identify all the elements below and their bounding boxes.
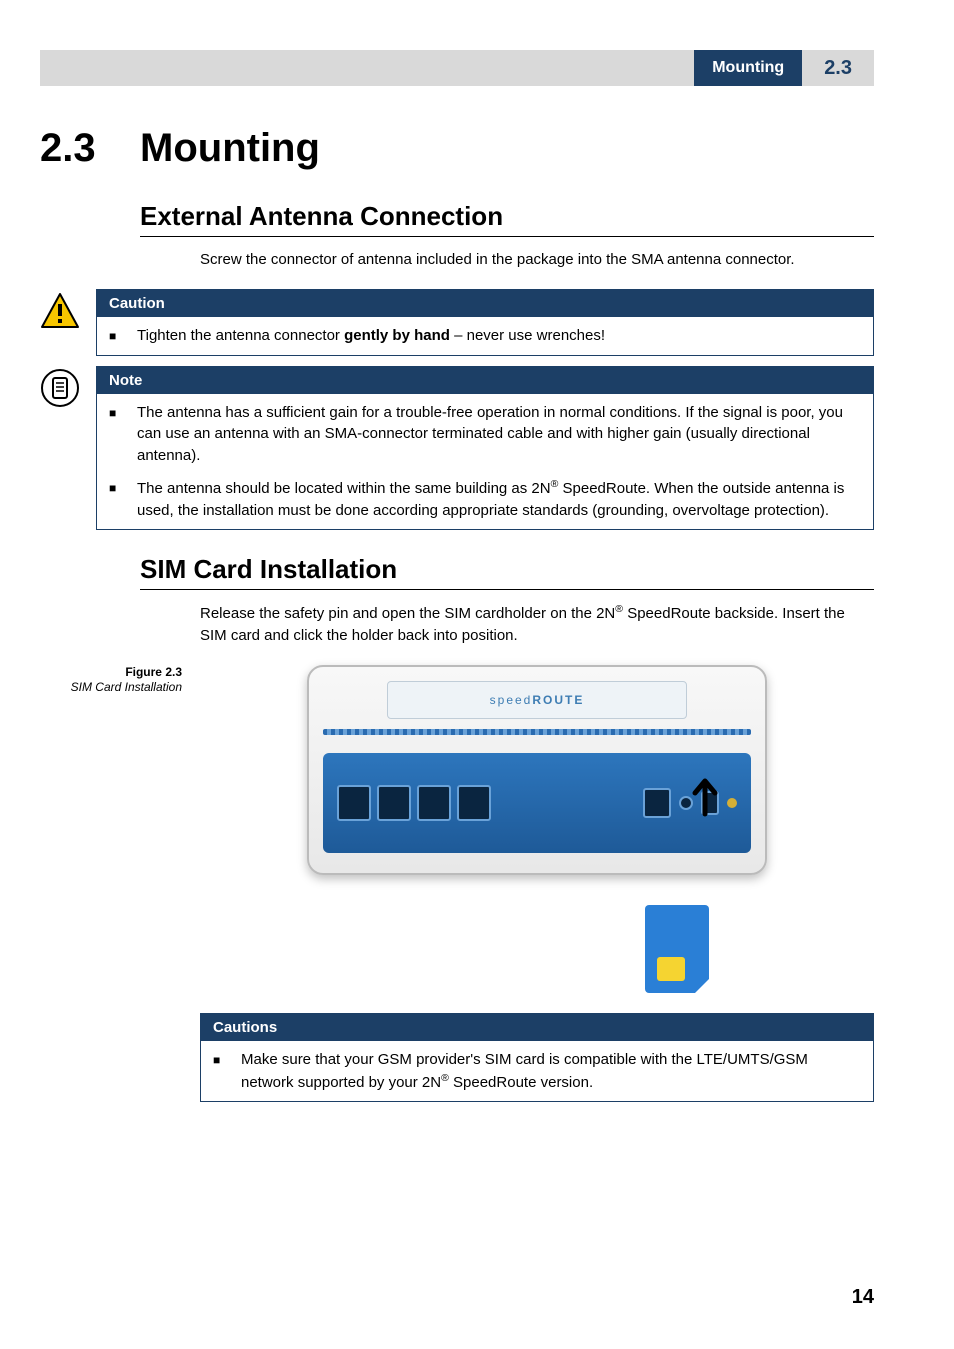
lan-port-icon xyxy=(377,785,411,821)
figure-image: speedROUTE xyxy=(200,665,874,993)
section-number: 2.3 xyxy=(40,126,140,171)
caution-box: Caution ■ Tighten the antenna connector … xyxy=(96,289,874,356)
content-area-2: SIM Card Installation Release the safety… xyxy=(140,554,874,647)
caution-bullet: ■ Tighten the antenna connector gently b… xyxy=(109,325,861,347)
note2-pre: The antenna should be located within the… xyxy=(137,480,551,497)
lan-port-group xyxy=(337,785,491,821)
page-number: 14 xyxy=(852,1286,874,1309)
brand-prefix: speed xyxy=(490,693,533,707)
sim-chip-icon xyxy=(657,957,685,981)
page-header-bar: Mounting 2.3 xyxy=(40,50,874,86)
subheading-antenna: External Antenna Connection xyxy=(140,201,874,232)
header-section-number: 2.3 xyxy=(802,50,874,86)
bullet-square-icon: ■ xyxy=(109,325,137,347)
bullet-square-icon: ■ xyxy=(109,402,137,467)
bullet-square-icon: ■ xyxy=(213,1049,241,1094)
caution-body: ■ Tighten the antenna connector gently b… xyxy=(97,317,873,355)
page: Mounting 2.3 2.3 Mounting External Anten… xyxy=(0,0,954,1349)
note-bullet-1: ■ The antenna has a sufficient gain for … xyxy=(109,402,861,467)
cautions-body: ■ Make sure that your GSM provider's SIM… xyxy=(201,1041,873,1102)
figure-caption: Figure 2.3 SIM Card Installation xyxy=(40,665,200,993)
note-page-icon xyxy=(40,368,84,413)
caution-text-post: – never use wrenches! xyxy=(450,327,605,344)
caution-text-bold: gently by hand xyxy=(344,327,450,344)
caution-row: Caution ■ Tighten the antenna connector … xyxy=(40,289,874,356)
section-title: Mounting xyxy=(140,126,320,171)
caution-header: Caution xyxy=(97,290,873,317)
device-brand-label: speedROUTE xyxy=(490,693,585,707)
caution-triangle-icon xyxy=(40,291,84,336)
cautions-bullet: ■ Make sure that your GSM provider's SIM… xyxy=(213,1049,861,1094)
lan-port-icon xyxy=(457,785,491,821)
sim-body-text: Release the safety pin and open the SIM … xyxy=(200,602,874,647)
subheading-sim: SIM Card Installation xyxy=(140,554,874,585)
cautions-box: Cautions ■ Make sure that your GSM provi… xyxy=(200,1013,874,1103)
figure-label: Figure 2.3 xyxy=(40,665,182,681)
note-bullet-2: ■ The antenna should be located within t… xyxy=(109,477,861,522)
subheading-underline xyxy=(140,236,874,237)
antenna-body-text: Screw the connector of antenna included … xyxy=(200,249,874,271)
bullet-square-icon: ■ xyxy=(109,477,137,522)
figure-row: Figure 2.3 SIM Card Installation speedRO… xyxy=(40,665,874,993)
note-text-1: The antenna has a sufficient gain for a … xyxy=(137,402,861,467)
cautions-post: SpeedRoute version. xyxy=(449,1074,593,1091)
phone-port-icon xyxy=(643,788,671,818)
device-top-panel: speedROUTE xyxy=(387,681,687,719)
lan-port-icon xyxy=(417,785,451,821)
cautions-text: Make sure that your GSM provider's SIM c… xyxy=(241,1049,861,1094)
section-heading: 2.3 Mounting xyxy=(40,126,874,171)
content-area: External Antenna Connection Screw the co… xyxy=(140,201,874,271)
sim-card-illustration xyxy=(645,905,709,993)
subheading-underline xyxy=(140,589,874,590)
note-box: Note ■ The antenna has a sufficient gain… xyxy=(96,366,874,531)
figure-title: SIM Card Installation xyxy=(40,680,182,696)
note-row: Note ■ The antenna has a sufficient gain… xyxy=(40,366,874,531)
device-illustration: speedROUTE xyxy=(307,665,767,875)
brand-suffix: ROUTE xyxy=(532,693,584,707)
caution-text: Tighten the antenna connector gently by … xyxy=(137,325,861,347)
note-header: Note xyxy=(97,367,873,394)
page-header-inner: Mounting 2.3 xyxy=(694,50,874,86)
sim-text-sup: ® xyxy=(615,603,623,615)
sim-text-pre: Release the safety pin and open the SIM … xyxy=(200,605,615,622)
header-title: Mounting xyxy=(694,50,802,86)
content-area-3: Cautions ■ Make sure that your GSM provi… xyxy=(140,1013,874,1103)
arrow-up-icon xyxy=(675,769,735,829)
cautions-header: Cautions xyxy=(201,1014,873,1041)
device-vent-strip xyxy=(323,729,751,735)
caution-text-pre: Tighten the antenna connector xyxy=(137,327,344,344)
lan-port-icon xyxy=(337,785,371,821)
note-text-2: The antenna should be located within the… xyxy=(137,477,861,522)
cautions-sup: ® xyxy=(441,1072,449,1084)
note-body: ■ The antenna has a sufficient gain for … xyxy=(97,394,873,530)
